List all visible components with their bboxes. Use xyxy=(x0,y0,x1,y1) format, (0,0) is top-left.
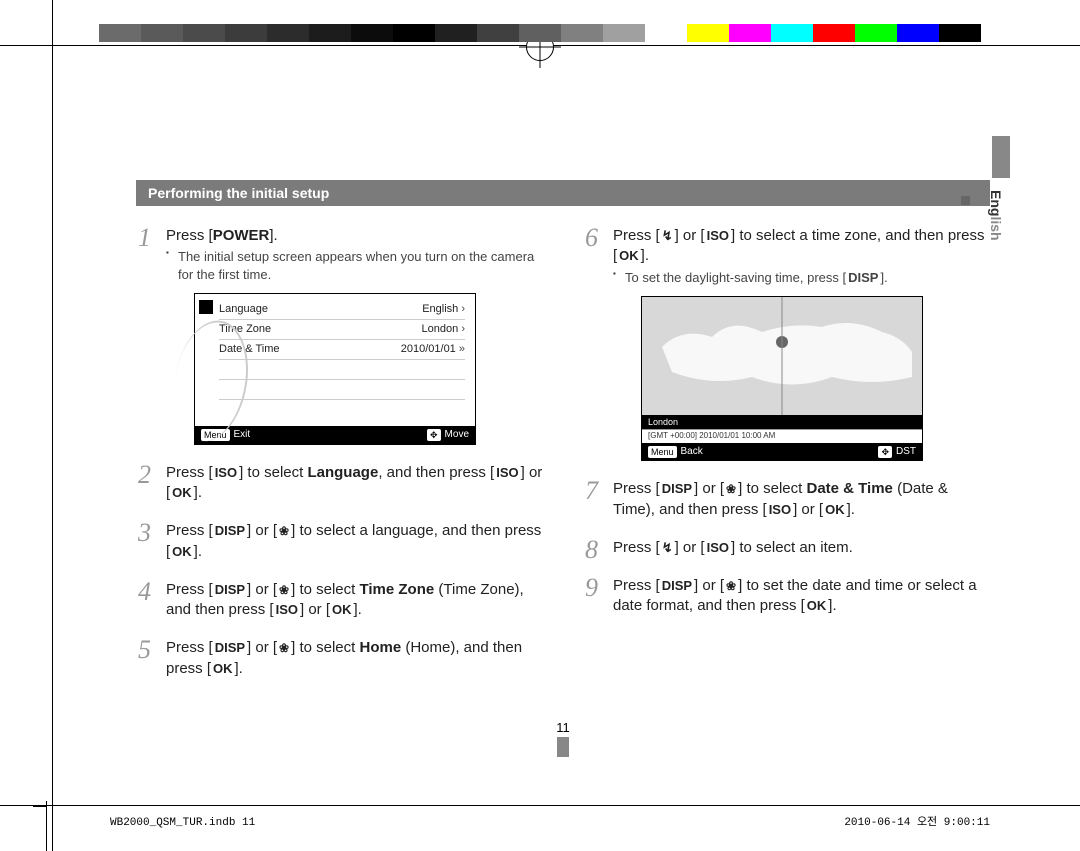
iso-icon: ISO xyxy=(767,501,793,519)
screen-row-datetime: Date & Time 2010/01/01 xyxy=(219,340,465,360)
step-7: Press [DISP] or [] to select Date & Time… xyxy=(583,479,990,520)
flash-icon xyxy=(660,538,675,558)
step-5: Press [DISP] or [] to select Home (Home)… xyxy=(136,638,543,679)
step-text: Press [POWER]. xyxy=(166,227,278,244)
language-edge-tab: English xyxy=(988,190,1004,241)
edge-tab-block xyxy=(992,136,1010,178)
page-number: 11 xyxy=(136,720,990,735)
lang-prefix: Eng xyxy=(988,190,1004,216)
screen-row-timezone: Time Zone London xyxy=(219,320,465,340)
ok-icon: OK xyxy=(617,247,641,265)
iso-icon: ISO xyxy=(705,227,731,245)
disp-icon: DISP xyxy=(846,269,880,287)
step-3: Press [DISP] or [] to select a language,… xyxy=(136,521,543,562)
print-footer-right: 2010-06-14 오전 9:00:11 xyxy=(844,813,990,829)
map-gmt-label: [GMT +00:00] 2010/01/01 10:00 AM xyxy=(642,429,922,443)
steps-1-5: Press [POWER]. The initial setup screen … xyxy=(136,226,543,679)
ok-icon: OK xyxy=(170,484,194,502)
left-column: Press [POWER]. The initial setup screen … xyxy=(136,226,543,697)
menu-btn-label: Menu xyxy=(648,446,677,458)
timezone-map-mock: London [GMT +00:00] 2010/01/01 10:00 AM … xyxy=(641,296,923,461)
crop-line-bottom xyxy=(0,805,1080,806)
iso-icon: ISO xyxy=(213,464,239,482)
iso-icon: ISO xyxy=(274,601,300,619)
section-marker xyxy=(961,196,970,205)
screen-row-empty xyxy=(219,360,465,380)
footer-right: Move xyxy=(445,428,469,442)
map-city-label: London xyxy=(642,415,922,429)
step-2: Press [ISO] to select Language, and then… xyxy=(136,463,543,504)
ok-icon: OK xyxy=(330,601,354,619)
color-calibration-bar xyxy=(99,24,981,42)
footer-left: Back xyxy=(681,445,703,459)
disp-icon: DISP xyxy=(213,639,247,657)
print-footer-left: WB2000_QSM_TUR.indb 11 xyxy=(110,817,255,829)
section-header: Performing the initial setup xyxy=(136,180,990,206)
map-footer: Menu Back ✥ DST xyxy=(642,443,922,461)
right-column: Press [] or [ISO] to select a time zone,… xyxy=(583,226,990,697)
row-value: London xyxy=(422,322,465,337)
step-9: Press [DISP] or [] to set the date and t… xyxy=(583,576,990,617)
page-edge-block xyxy=(557,737,569,757)
ok-icon: OK xyxy=(823,501,847,519)
world-map xyxy=(642,297,922,415)
ok-icon: OK xyxy=(211,660,235,678)
macro-icon xyxy=(277,638,291,658)
screen-row-empty xyxy=(219,380,465,400)
macro-icon xyxy=(724,576,738,596)
step-4: Press [DISP] or [] to select Time Zone (… xyxy=(136,580,543,621)
page-content: English Performing the initial setup Pre… xyxy=(136,180,990,761)
step-6-note: To set the daylight-saving time, press [… xyxy=(613,269,990,287)
row-label: Language xyxy=(219,302,268,317)
crop-line-left xyxy=(52,0,53,851)
screen-row-empty xyxy=(219,400,465,419)
disp-icon: DISP xyxy=(213,522,247,540)
step-1: Press [POWER]. The initial setup screen … xyxy=(136,226,543,445)
step-6: Press [] or [ISO] to select a time zone,… xyxy=(583,226,990,461)
footer-right: DST xyxy=(896,445,916,459)
row-value: English xyxy=(422,302,465,317)
flash-icon xyxy=(660,226,675,246)
screen-footer: Menu Exit ✥ Move xyxy=(195,426,475,444)
step-8: Press [] or [ISO] to select an item. xyxy=(583,538,990,558)
iso-icon: ISO xyxy=(705,539,731,557)
setup-screen-mock: Language English Time Zone London Date &… xyxy=(194,293,476,445)
iso-icon: ISO xyxy=(494,464,520,482)
steps-6-9: Press [] or [ISO] to select a time zone,… xyxy=(583,226,990,617)
ok-icon: OK xyxy=(170,543,194,561)
macro-icon xyxy=(277,580,291,600)
screen-row-language: Language English xyxy=(219,300,465,320)
dpad-icon: ✥ xyxy=(427,429,441,441)
row-value: 2010/01/01 xyxy=(401,342,465,357)
macro-icon xyxy=(277,521,291,541)
step-1-note: The initial setup screen appears when yo… xyxy=(166,248,543,283)
disp-icon: DISP xyxy=(660,577,694,595)
lang-suffix: lish xyxy=(988,216,1004,240)
footer-left: Exit xyxy=(234,428,251,442)
ok-icon: OK xyxy=(805,597,829,615)
gear-icon xyxy=(199,300,213,314)
disp-icon: DISP xyxy=(660,480,694,498)
disp-icon: DISP xyxy=(213,581,247,599)
crop-corner-bottom-left xyxy=(46,801,61,851)
macro-icon xyxy=(724,479,738,499)
dpad-icon: ✥ xyxy=(878,446,892,458)
